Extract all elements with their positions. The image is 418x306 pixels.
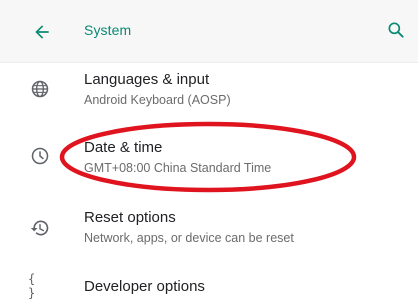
list-item-languages-input[interactable]: Languages & input Android Keyboard (AOSP…: [0, 62, 418, 124]
item-title: Developer options: [84, 278, 205, 295]
item-title: Reset options: [84, 209, 176, 226]
search-button[interactable]: [382, 16, 410, 44]
back-button[interactable]: [28, 18, 56, 46]
globe-icon: [28, 77, 52, 101]
item-title: Date & time: [84, 139, 163, 156]
clock-icon: [28, 144, 52, 168]
arrow-back-icon: [35, 25, 49, 39]
item-summary: Network, apps, or device can be reset: [84, 231, 294, 245]
restore-icon: [28, 216, 52, 240]
list-item-developer-options[interactable]: { } Developer options: [0, 266, 418, 306]
app-bar: System: [0, 0, 418, 63]
settings-screen: System Languages & input Android Keyboar…: [0, 0, 418, 306]
item-title: Languages & input: [84, 71, 210, 88]
page-title: System: [84, 22, 132, 38]
list-item-date-time[interactable]: Date & time GMT+08:00 China Standard Tim…: [0, 128, 418, 190]
item-summary: GMT+08:00 China Standard Time: [84, 161, 272, 175]
braces-icon: { }: [28, 272, 37, 300]
list-item-reset-options[interactable]: Reset options Network, apps, or device c…: [0, 198, 418, 260]
item-summary: Android Keyboard (AOSP): [84, 93, 231, 107]
search-icon: [388, 22, 404, 38]
